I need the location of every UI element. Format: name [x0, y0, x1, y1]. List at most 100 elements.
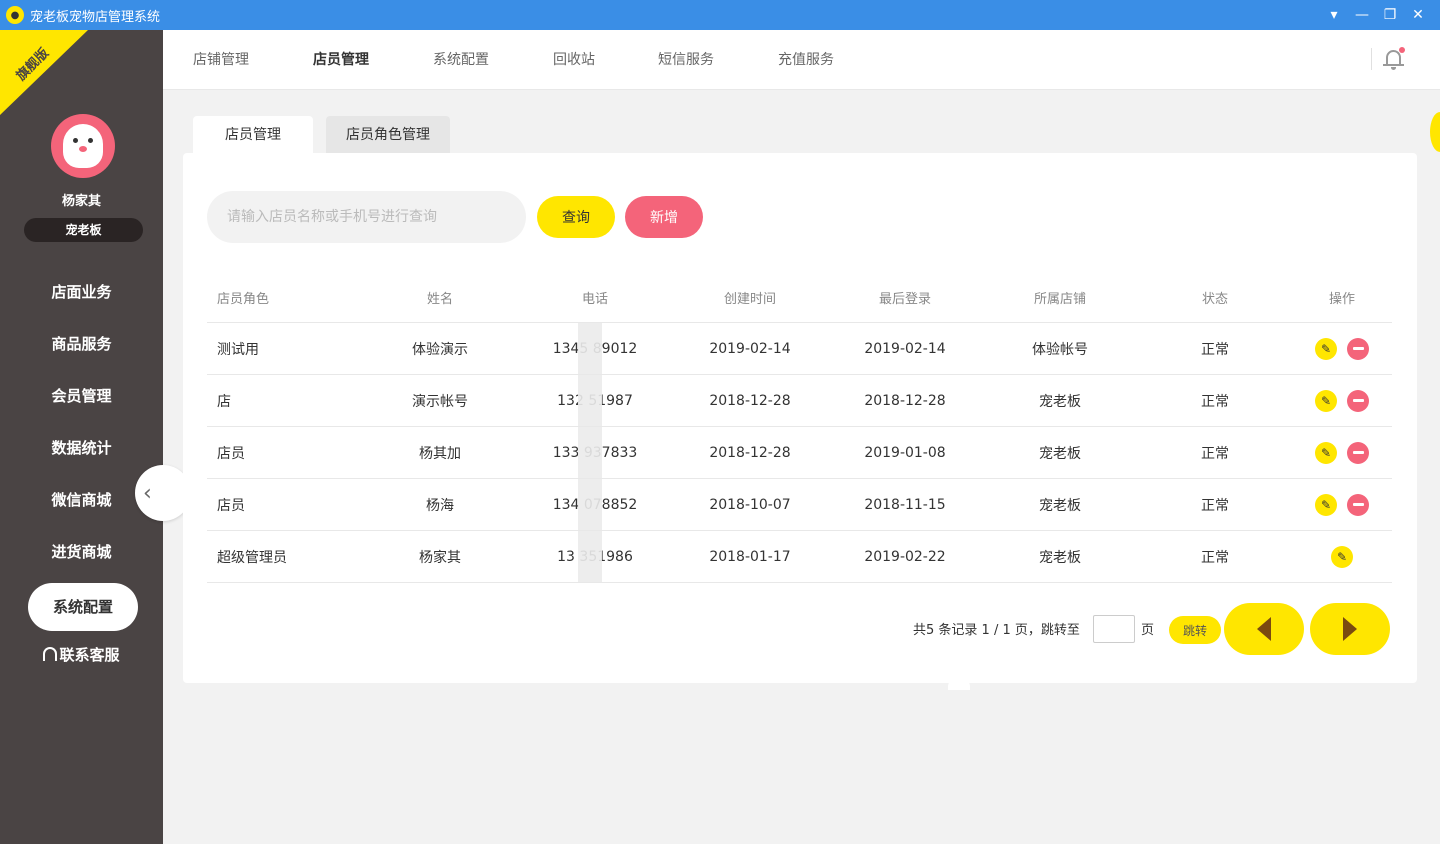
- edit-icon[interactable]: ✎: [1315, 337, 1337, 360]
- sidebar-item-store-business[interactable]: 店面业务: [0, 272, 163, 312]
- table-row: 店演示帐号 132 51987 2018-12-28 2018-12-28 宠老板 正常 ✎: [207, 375, 1392, 427]
- delete-icon[interactable]: [1347, 493, 1369, 516]
- cell-created: 2018-12-28: [709, 444, 791, 461]
- app-logo-icon: ●: [6, 6, 24, 24]
- table-row: 店员 杨其加 133 937833 2018-12-28 2019-01-08 宠老板 正常…: [207, 427, 1392, 479]
- jump-button[interactable]: 跳转: [1169, 616, 1221, 644]
- cell-role: 店员: [217, 497, 245, 514]
- col-role: 店员角色: [217, 291, 270, 307]
- col-actions: 操作: [1328, 291, 1355, 307]
- cell-name: 杨其加: [419, 445, 461, 462]
- minimize-icon[interactable]: —: [1348, 0, 1376, 30]
- cell-status: 正常: [1201, 549, 1229, 566]
- delete-icon[interactable]: [1347, 441, 1369, 464]
- edit-icon[interactable]: ✎: [1315, 493, 1337, 516]
- cell-name: 杨海: [426, 497, 454, 514]
- window-controls: ▾ — ❐ ✕: [1320, 0, 1432, 30]
- tab-sms-service[interactable]: 短信服务: [658, 30, 714, 90]
- delete-icon[interactable]: [1347, 337, 1369, 360]
- cell-last-login: 2019-01-08: [864, 444, 946, 461]
- cell-last-login: 2018-12-28: [864, 392, 946, 409]
- notification-dot: [1399, 47, 1405, 53]
- cell-created: 2019-02-14: [709, 340, 791, 357]
- cell-last-login: 2019-02-14: [864, 340, 946, 357]
- chevron-left-icon: ‹: [143, 480, 152, 506]
- cell-name: 体验演示: [412, 341, 468, 358]
- tab-store-management[interactable]: 店铺管理: [193, 30, 249, 90]
- avatar[interactable]: [51, 114, 115, 178]
- cell-shop: 宠老板: [1039, 549, 1081, 566]
- maximize-icon[interactable]: ❐: [1376, 0, 1404, 30]
- sidebar-item-purchase-mall[interactable]: 进货商城: [0, 532, 163, 572]
- tab-staff-management[interactable]: 店员管理: [313, 30, 369, 90]
- cell-actions: ✎: [1287, 375, 1397, 426]
- staff-table: 店员角色 姓名 电话 创建时间 最后登录 所属店铺 状态 操作 测试用 体验演示 1…: [207, 272, 1392, 583]
- cell-status: 正常: [1201, 497, 1229, 514]
- table-row: 超级管理员 杨家其 13 351986 2018-01-17 2019-02-22 宠老板…: [207, 531, 1392, 583]
- cell-role: 测试用: [217, 341, 259, 358]
- sidebar-item-members[interactable]: 会员管理: [0, 376, 163, 416]
- table-body: 测试用 体验演示 1345 89012 2019-02-14 2019-02-14 体验帐…: [207, 323, 1392, 583]
- cell-role: 店: [217, 393, 231, 410]
- duck-avatar-icon: [63, 124, 103, 168]
- cell-shop: 宠老板: [1039, 497, 1081, 514]
- cell-status: 正常: [1201, 341, 1229, 358]
- tab-system-config[interactable]: 系统配置: [433, 30, 489, 90]
- next-page-button[interactable]: [1310, 603, 1390, 655]
- cell-shop: 宠老板: [1039, 393, 1081, 410]
- nav-divider: [1371, 48, 1372, 70]
- cell-shop: 宠老板: [1039, 445, 1081, 462]
- delete-icon[interactable]: [1347, 389, 1369, 412]
- cell-status: 正常: [1201, 445, 1229, 462]
- tab-recycle-bin[interactable]: 回收站: [553, 30, 595, 90]
- cell-created: 2018-10-07: [709, 496, 791, 513]
- top-nav: 店铺管理 店员管理 系统配置 回收站 短信服务 充值服务: [163, 30, 1440, 152]
- edit-icon[interactable]: ✎: [1331, 545, 1353, 568]
- dropdown-icon[interactable]: ▾: [1320, 0, 1348, 30]
- phone-redaction: [578, 479, 602, 530]
- sidebar: 旗舰版 杨家其 宠老板 店面业务 商品服务 会员管理 数据统计 微信商城 进货商…: [0, 30, 163, 844]
- close-icon[interactable]: ✕: [1404, 0, 1432, 30]
- search-input[interactable]: [207, 191, 526, 243]
- cell-name: 演示帐号: [412, 393, 468, 410]
- cell-role: 店员: [217, 445, 245, 462]
- shop-badge: 宠老板: [24, 218, 143, 242]
- edit-icon[interactable]: ✎: [1315, 441, 1337, 464]
- pager-unit: 页: [1141, 623, 1155, 638]
- username: 杨家其: [61, 194, 101, 209]
- tab-recharge-service[interactable]: 充值服务: [778, 30, 834, 90]
- arrow-left-icon: [1257, 617, 1271, 641]
- phone-redaction: [578, 531, 602, 582]
- cell-name: 杨家其: [419, 549, 461, 566]
- contact-support-link[interactable]: 联系客服: [0, 644, 163, 665]
- edit-icon[interactable]: ✎: [1315, 389, 1337, 412]
- cell-created: 2018-01-17: [709, 548, 791, 565]
- phone-redaction: [578, 323, 602, 374]
- window-title: 宠老板宠物店管理系统: [30, 9, 161, 25]
- col-shop: 所属店铺: [1033, 291, 1086, 307]
- edge-decoration: [1430, 112, 1440, 152]
- col-created: 创建时间: [723, 291, 776, 307]
- sidebar-item-system-config[interactable]: 系统配置: [28, 583, 138, 631]
- cell-created: 2018-12-28: [709, 392, 791, 409]
- cell-actions: ✎: [1287, 427, 1397, 478]
- cell-actions: ✎: [1287, 531, 1397, 582]
- add-staff-button[interactable]: 新增: [625, 196, 703, 238]
- col-phone: 电话: [581, 291, 608, 307]
- prev-page-button[interactable]: [1224, 603, 1304, 655]
- page-jump-input[interactable]: [1093, 615, 1135, 643]
- contact-support-label: 联系客服: [59, 646, 120, 664]
- title-bar: ● 宠老板宠物店管理系统 ▾ — ❐ ✕: [0, 0, 1440, 30]
- table-header: 店员角色 姓名 电话 创建时间 最后登录 所属店铺 状态 操作: [207, 272, 1392, 323]
- staff-card: 查询 新增 店员角色 姓名 电话 创建时间 最后登录 所属店铺 状态 操作 测试…: [183, 153, 1417, 683]
- notification-bell-icon[interactable]: [1383, 47, 1405, 71]
- table-row: 店员 杨海 134 078852 2018-10-07 2018-11-15 宠老板 正常 ✎: [207, 479, 1392, 531]
- sidebar-item-statistics[interactable]: 数据统计: [0, 428, 163, 468]
- subtab-staff-role-management[interactable]: 店员角色管理: [326, 116, 450, 154]
- cell-last-login: 2019-02-22: [864, 548, 946, 565]
- phone-redaction: [578, 427, 602, 478]
- col-last-login: 最后登录: [878, 291, 931, 307]
- sidebar-item-goods-services[interactable]: 商品服务: [0, 324, 163, 364]
- query-button[interactable]: 查询: [537, 196, 615, 238]
- subtab-staff-management[interactable]: 店员管理: [193, 116, 313, 154]
